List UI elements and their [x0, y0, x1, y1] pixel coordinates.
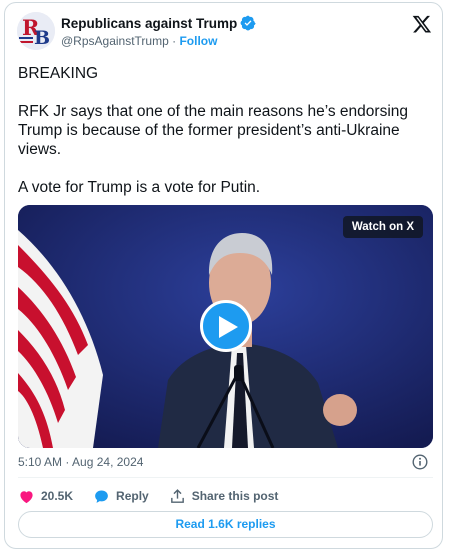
tweet-date: Aug 24, 2024: [72, 455, 144, 469]
svg-text:B: B: [34, 27, 50, 49]
author-handle[interactable]: @RpsAgainstTrump: [61, 34, 169, 48]
reply-bubble-icon: [95, 489, 108, 503]
tweet-paragraph: BREAKING: [18, 65, 99, 82]
tweet-paragraph: A vote for Trump is a vote for Putin.: [18, 179, 261, 196]
play-icon: [219, 316, 238, 338]
like-button[interactable]: 20.5K: [18, 488, 73, 505]
author-handle-row: @RpsAgainstTrump · Follow: [61, 34, 217, 48]
timestamp-separator: ·: [65, 455, 70, 469]
reply-button[interactable]: Reply: [93, 488, 149, 505]
author-avatar[interactable]: R B: [17, 12, 55, 50]
tweet-text: BREAKING RFK Jr says that one of the mai…: [18, 64, 433, 216]
play-button[interactable]: [200, 300, 252, 352]
rb-logo-icon: R B: [17, 12, 55, 50]
divider: [18, 477, 433, 478]
share-icon: [170, 488, 184, 503]
reply-label: Reply: [116, 489, 149, 503]
watch-on-x-badge[interactable]: Watch on X: [342, 216, 423, 238]
follow-button[interactable]: Follow: [179, 34, 217, 48]
handle-separator: ·: [172, 34, 177, 48]
video-player[interactable]: Watch on X: [18, 205, 433, 448]
author-display-name[interactable]: Republicans against Trump: [61, 16, 237, 31]
x-logo-icon[interactable]: [412, 14, 432, 34]
tweet-time: 5:10 AM: [18, 455, 63, 469]
like-count: 20.5K: [41, 489, 74, 503]
tweet-header: R B Republicans against Trump @RpsAgains…: [17, 12, 432, 52]
heart-icon: [20, 490, 33, 503]
tweet-actions: 20.5K Reply Share this post: [18, 486, 298, 506]
tweet-card: R B Republicans against Trump @RpsAgains…: [4, 2, 443, 549]
share-button[interactable]: Share this post: [169, 488, 279, 505]
read-replies-button[interactable]: Read 1.6K replies: [18, 511, 433, 538]
author-name-row: Republicans against Trump: [61, 15, 256, 31]
info-icon[interactable]: [412, 454, 428, 470]
tweet-timestamp[interactable]: 5:10 AM · Aug 24, 2024: [18, 455, 143, 469]
tweet-paragraph: RFK Jr says that one of the main reasons…: [18, 103, 409, 158]
share-label: Share this post: [191, 489, 279, 503]
verified-badge-icon: [240, 15, 256, 31]
